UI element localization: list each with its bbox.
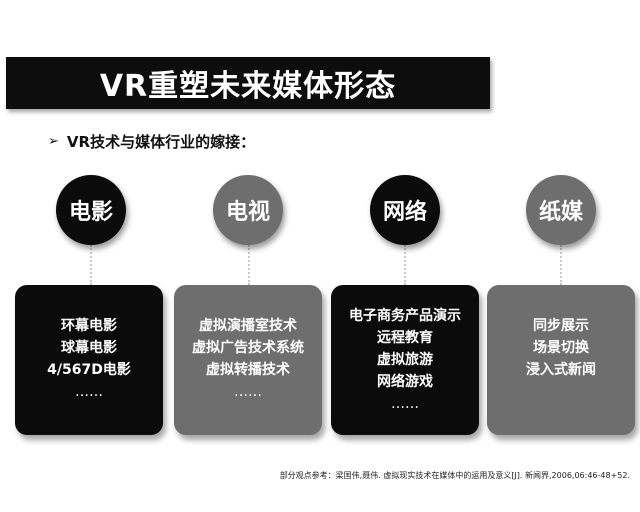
card-item: 虚拟演播室技术 — [199, 318, 297, 334]
subtitle: ➢ VR技术与媒体行业的嫁接： — [48, 131, 255, 152]
card-item: 场景切换 — [533, 340, 589, 356]
arrow-bullet-icon: ➢ — [48, 134, 59, 149]
category-circle-print: 纸媒 — [526, 175, 596, 245]
connector-line — [90, 245, 92, 285]
connector-line — [248, 245, 250, 285]
card-item: 虚拟转播技术 — [206, 362, 290, 378]
connector-line — [404, 245, 406, 285]
category-card-print: 同步展示 场景切换 浸入式新闻 — [487, 285, 635, 435]
title-bar: VR重塑未来媒体形态 — [6, 57, 490, 109]
category-label: 纸媒 — [538, 200, 583, 225]
category-circle-network: 网络 — [370, 175, 440, 245]
category-label: 电影 — [68, 200, 113, 225]
card-item: 虚拟广告技术系统 — [192, 340, 304, 356]
card-item: 网络游戏 — [377, 374, 433, 390]
card-item: 电子商务产品演示 — [349, 308, 461, 324]
category-card-movie: 环幕电影 球幕电影 4/567D电影 …… — [15, 285, 163, 435]
card-item: …… — [75, 384, 103, 400]
card-item: 同步展示 — [533, 318, 589, 334]
category-label: 电视 — [225, 200, 270, 225]
category-card-network: 电子商务产品演示 远程教育 虚拟旅游 网络游戏 …… — [331, 285, 479, 435]
card-item: 虚拟旅游 — [377, 352, 433, 368]
category-circle-movie: 电影 — [56, 175, 126, 245]
card-item: 球幕电影 — [61, 340, 117, 356]
card-item: 环幕电影 — [61, 318, 117, 334]
card-item: …… — [234, 384, 262, 400]
page-title: VR重塑未来媒体形态 — [99, 69, 397, 104]
card-item: 浸入式新闻 — [526, 362, 596, 378]
card-item: 4/567D电影 — [47, 362, 131, 378]
card-item: 远程教育 — [377, 330, 433, 346]
subtitle-text: VR技术与媒体行业的嫁接： — [66, 133, 256, 151]
category-card-tv: 虚拟演播室技术 虚拟广告技术系统 虚拟转播技术 …… — [174, 285, 322, 435]
reference-footnote: 部分观点参考：梁国伟,聂伟. 虚拟现实技术在媒体中的运用及意义[J]. 新闻界,… — [279, 471, 630, 480]
card-item: …… — [391, 396, 419, 412]
connector-line — [560, 245, 562, 285]
category-circle-tv: 电视 — [213, 175, 283, 245]
category-label: 网络 — [382, 200, 427, 225]
